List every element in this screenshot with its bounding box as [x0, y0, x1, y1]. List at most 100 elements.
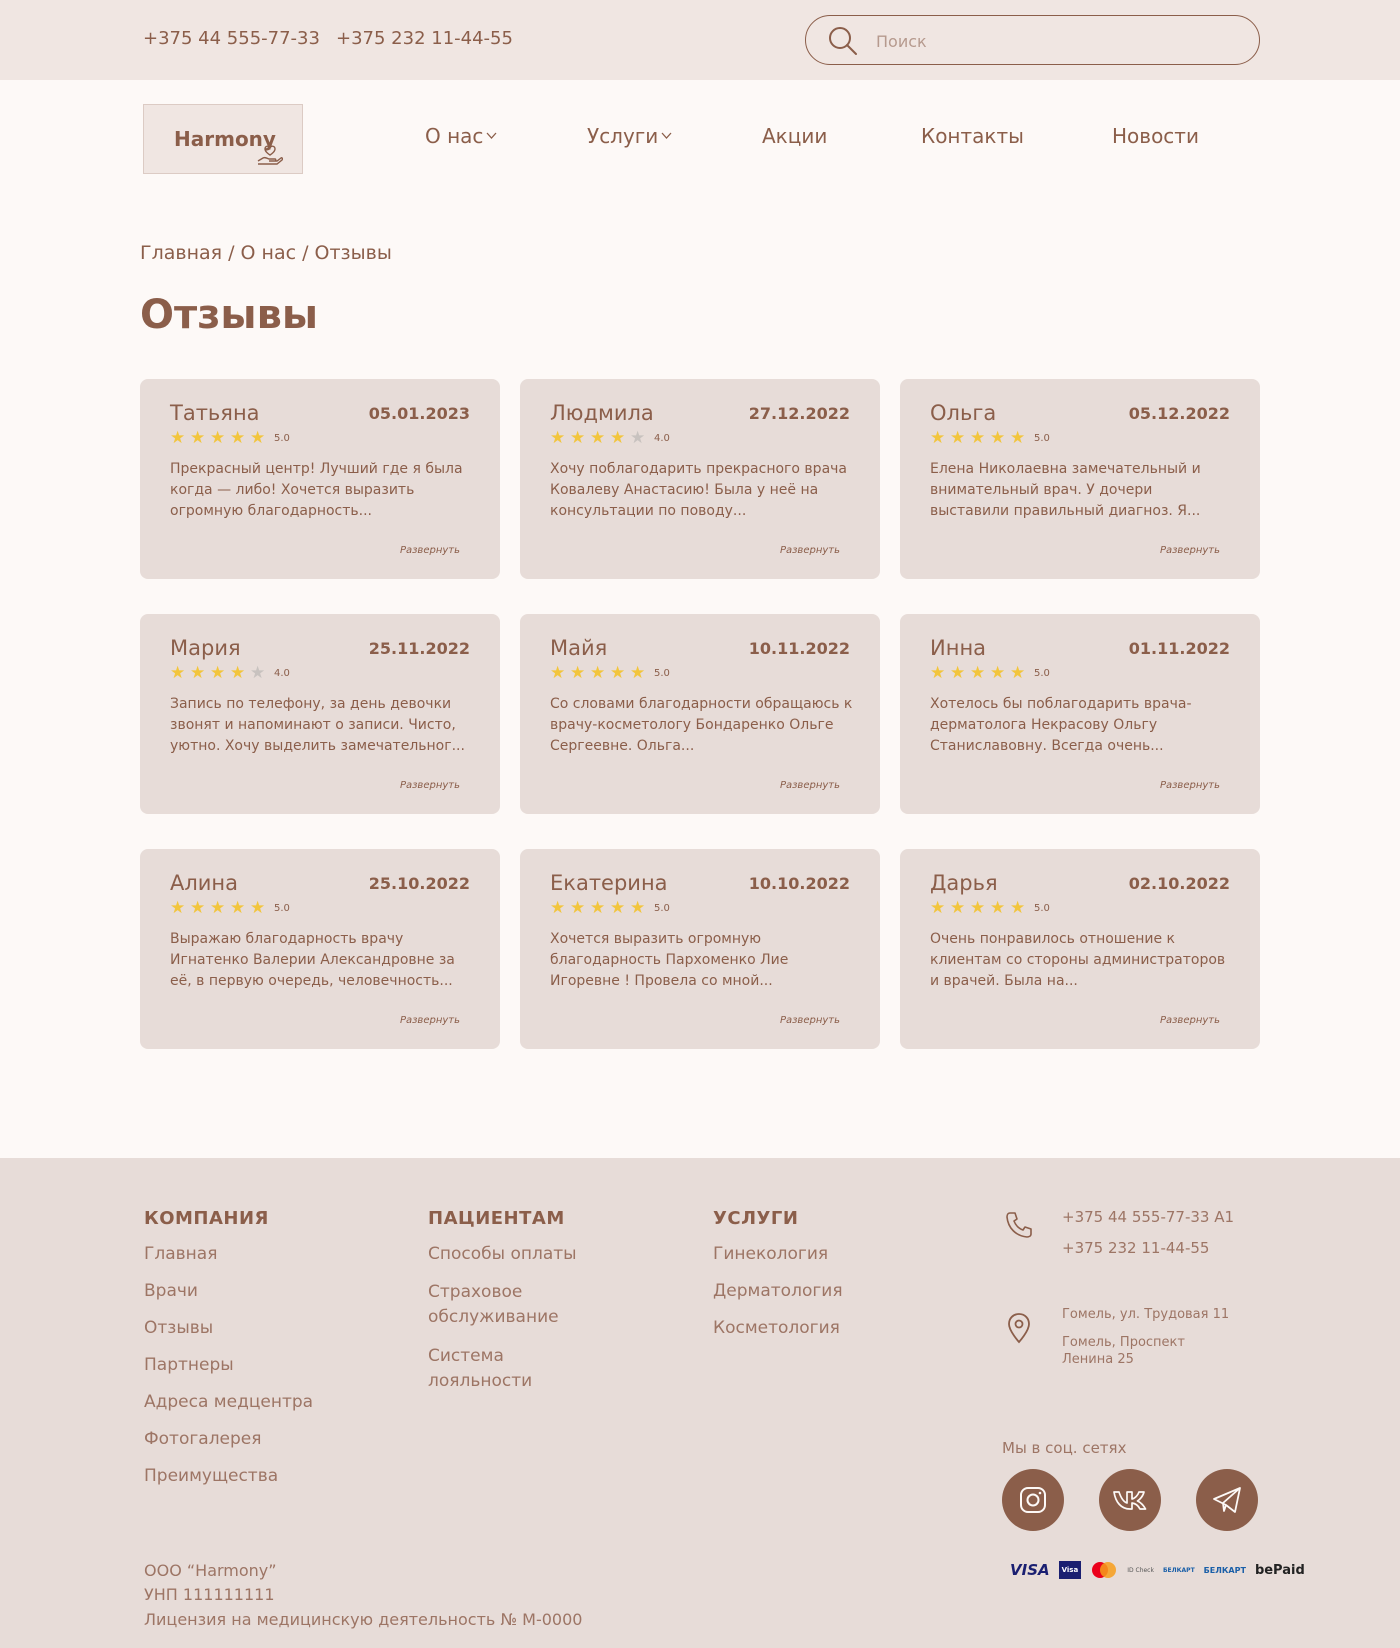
expand-link[interactable]: Развернуть — [1160, 780, 1220, 791]
nav-contacts[interactable]: Контакты — [921, 124, 1024, 148]
phone-link-1[interactable]: +375 44 555-77-33 — [143, 28, 320, 49]
company-unp: УНП 111111111 — [144, 1585, 275, 1604]
expand-link[interactable]: Развернуть — [780, 1015, 840, 1026]
nav-promotions-label: Акции — [762, 124, 828, 148]
star-icon: ★ — [570, 428, 586, 448]
phone-link-2[interactable]: +375 232 11-44-55 — [336, 28, 513, 49]
footer: КОМПАНИЯ Главная Врачи Отзывы Партнеры А… — [0, 1158, 1400, 1648]
review-card: Майя 10.11.2022 ★ ★ ★ ★ ★ 5.0 Со словами бла… — [520, 614, 880, 814]
belkart-logo: БЕЛКАРТ — [1162, 1566, 1195, 1574]
star-icon: ★ — [1010, 428, 1026, 448]
footer-link-loyalty[interactable]: Система лояльности — [428, 1344, 558, 1394]
review-date: 27.12.2022 — [748, 404, 850, 423]
review-card: Людмила 27.12.2022 ★ ★ ★ ★ ★ 4.0 Хочу поблаг… — [520, 379, 880, 579]
star-rating: ★ ★ ★ ★ ★ 4.0 — [170, 663, 290, 683]
footer-link-doctors[interactable]: Врачи — [144, 1279, 198, 1304]
star-icon: ★ — [1010, 663, 1026, 683]
breadcrumb[interactable]: Главная / О нас / Отзывы — [140, 242, 392, 264]
review-date: 25.11.2022 — [368, 639, 470, 658]
telegram-button[interactable] — [1196, 1469, 1258, 1531]
star-icon: ★ — [250, 663, 266, 683]
search-box[interactable] — [805, 15, 1260, 65]
review-text: Хочу поблагодарить прекрасного врача Ков… — [550, 461, 847, 519]
star-icon: ★ — [570, 898, 586, 918]
star-icon: ★ — [950, 663, 966, 683]
nav-about[interactable]: О нас — [425, 124, 497, 148]
vk-button[interactable] — [1099, 1469, 1161, 1531]
star-rating: ★ ★ ★ ★ ★ 5.0 — [170, 428, 290, 448]
footer-link-home[interactable]: Главная — [144, 1242, 217, 1267]
expand-link[interactable]: Развернуть — [780, 545, 840, 556]
review-text: Елена Николаевна замечательный и внимате… — [930, 461, 1201, 519]
footer-phone-1[interactable]: +375 44 555-77-33 A1 — [1062, 1208, 1234, 1226]
star-icon: ★ — [630, 663, 646, 683]
star-icon: ★ — [990, 898, 1006, 918]
review-text: Прекрасный центр! Лучший где я была когд… — [170, 461, 463, 519]
footer-link-payment[interactable]: Способы оплаты — [428, 1242, 608, 1267]
page-title: Отзывы — [140, 292, 319, 338]
star-icon: ★ — [950, 898, 966, 918]
star-icon: ★ — [210, 898, 226, 918]
nav-about-label: О нас — [425, 124, 484, 148]
company-name: ООО “Harmony” — [144, 1561, 277, 1580]
star-icon: ★ — [950, 428, 966, 448]
visa-secure-logo: Visa — [1058, 1561, 1082, 1579]
search-icon[interactable] — [828, 26, 858, 56]
review-card: Мария 25.11.2022 ★ ★ ★ ★ ★ 4.0 Запись по тел… — [140, 614, 500, 814]
star-icon: ★ — [190, 898, 206, 918]
star-icon: ★ — [170, 898, 186, 918]
star-icon: ★ — [630, 898, 646, 918]
company-license: Лицензия на медицинскую деятельность № М… — [144, 1610, 583, 1629]
star-icon: ★ — [250, 428, 266, 448]
nav-services[interactable]: Услуги — [587, 124, 672, 148]
expand-link[interactable]: Развернуть — [1160, 1015, 1220, 1026]
star-icon: ★ — [970, 898, 986, 918]
rating-value: 5.0 — [654, 667, 670, 679]
star-rating: ★ ★ ★ ★ ★ 4.0 — [550, 428, 670, 448]
footer-link-gallery[interactable]: Фотогалерея — [144, 1427, 262, 1452]
footer-link-insurance[interactable]: Страховое обслуживание — [428, 1280, 588, 1330]
rating-value: 5.0 — [654, 902, 670, 914]
id-check-logo: ID Check — [1127, 1566, 1154, 1574]
star-icon: ★ — [190, 428, 206, 448]
star-rating: ★ ★ ★ ★ ★ 5.0 — [550, 898, 670, 918]
expand-link[interactable]: Развернуть — [1160, 545, 1220, 556]
review-text: Со словами благодарности обращаюсь к вра… — [550, 696, 853, 754]
expand-link[interactable]: Развернуть — [400, 1015, 460, 1026]
star-rating: ★ ★ ★ ★ ★ 5.0 — [550, 663, 670, 683]
star-icon: ★ — [930, 663, 946, 683]
review-card: Ольга 05.12.2022 ★ ★ ★ ★ ★ 5.0 Елена Николае… — [900, 379, 1260, 579]
reviewer-name: Дарья — [930, 871, 998, 895]
reviewer-name: Татьяна — [170, 401, 260, 425]
expand-link[interactable]: Развернуть — [400, 545, 460, 556]
review-date: 05.12.2022 — [1128, 404, 1230, 423]
chevron-down-icon — [661, 132, 672, 139]
nav-news[interactable]: Новости — [1112, 124, 1199, 148]
star-rating: ★ ★ ★ ★ ★ 5.0 — [170, 898, 290, 918]
footer-link-dermatology[interactable]: Дерматология — [713, 1279, 843, 1304]
expand-link[interactable]: Развернуть — [400, 780, 460, 791]
review-text: Хотелось бы поблагодарить врача-дерматол… — [930, 696, 1192, 754]
instagram-button[interactable] — [1002, 1469, 1064, 1531]
star-icon: ★ — [590, 428, 606, 448]
footer-link-addresses[interactable]: Адреса медцентра — [144, 1390, 313, 1415]
star-icon: ★ — [990, 428, 1006, 448]
footer-link-cosmetology[interactable]: Косметология — [713, 1316, 840, 1341]
footer-link-reviews[interactable]: Отзывы — [144, 1316, 213, 1341]
search-input[interactable] — [876, 28, 1236, 54]
footer-link-gynecology[interactable]: Гинекология — [713, 1242, 828, 1267]
nav-contacts-label: Контакты — [921, 124, 1024, 148]
footer-link-advantages[interactable]: Преимущества — [144, 1464, 278, 1489]
star-icon: ★ — [210, 428, 226, 448]
expand-link[interactable]: Развернуть — [780, 780, 840, 791]
chevron-down-icon — [486, 132, 497, 139]
logo[interactable]: Harmony — [143, 104, 303, 174]
footer-link-partners[interactable]: Партнеры — [144, 1353, 234, 1378]
review-card: Татьяна 05.01.2023 ★ ★ ★ ★ ★ 5.0 Прекрасный … — [140, 379, 500, 579]
reviewer-name: Ольга — [930, 401, 997, 425]
nav-promotions[interactable]: Акции — [762, 124, 827, 148]
footer-phone-2[interactable]: +375 232 11-44-55 — [1062, 1239, 1209, 1257]
star-icon: ★ — [990, 663, 1006, 683]
star-icon: ★ — [590, 663, 606, 683]
star-icon: ★ — [570, 663, 586, 683]
